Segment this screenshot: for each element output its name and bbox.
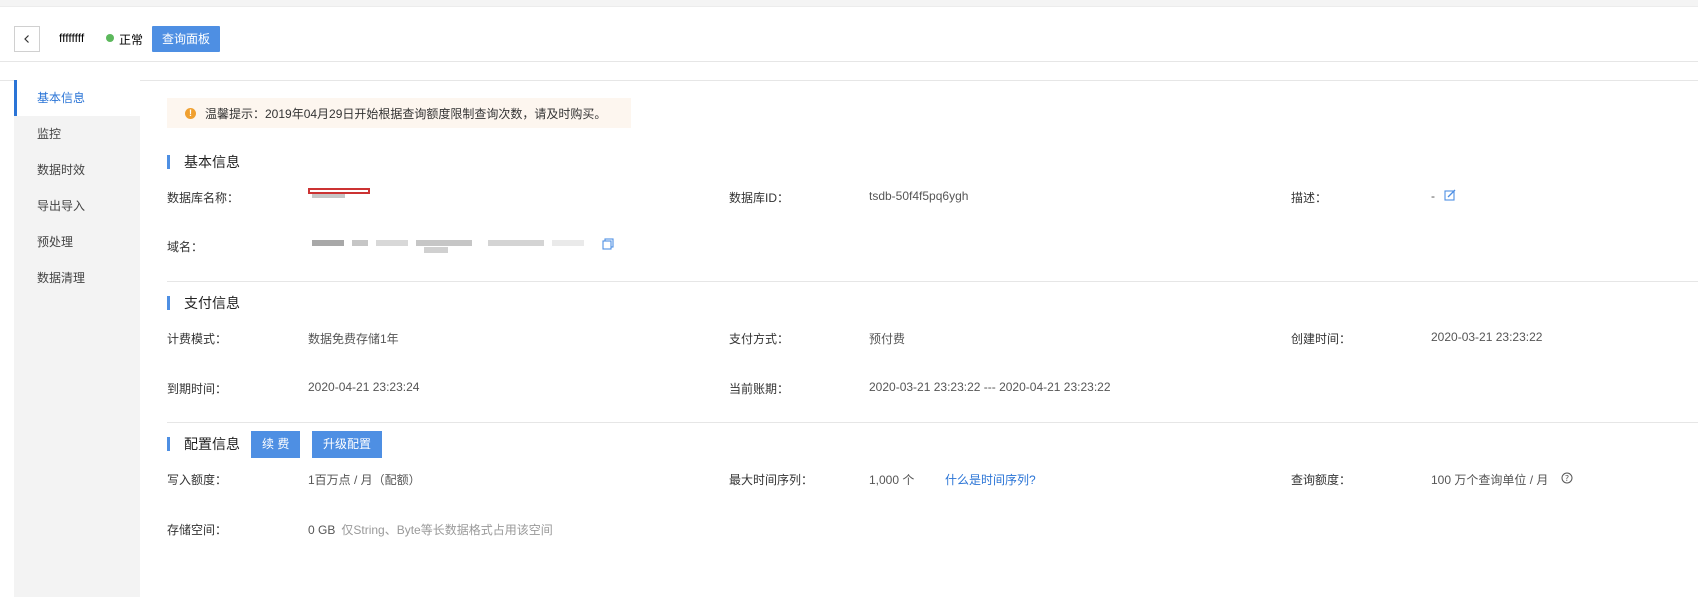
billing-period-value: 2020-03-21 23:23:22 --- 2020-04-21 23:23… <box>869 380 1111 394</box>
storage-hint: 仅String、Byte等长数据格式占用该空间 <box>341 523 553 537</box>
svg-text:?: ? <box>1565 474 1569 483</box>
sidebar-item-basic-info[interactable]: 基本信息 <box>14 80 140 116</box>
expire-time-value: 2020-04-21 23:23:24 <box>308 380 420 394</box>
db-name-label: 数据库名称： <box>167 191 240 205</box>
storage-label: 存储空间： <box>167 523 228 537</box>
created-time-label: 创建时间： <box>1291 332 1352 346</box>
sidebar-item-preprocess[interactable]: 预处理 <box>14 224 140 260</box>
notice-banner: ! 温馨提示：2019年04月29日开始根据查询额度限制查询次数，请及时购买。 <box>167 98 631 128</box>
description-value: - <box>1431 189 1435 203</box>
pay-method-value: 预付费 <box>869 332 906 346</box>
copy-icon[interactable] <box>602 238 614 253</box>
divider <box>0 80 1698 81</box>
db-id-value: tsdb-50f4f5pq6ygh <box>869 189 969 203</box>
sidebar-item-monitor[interactable]: 监控 <box>14 116 140 152</box>
db-id-label: 数据库ID： <box>729 191 790 205</box>
section-title-payment: 支付信息 <box>167 296 240 310</box>
sidebar-item-data-ttl[interactable]: 数据时效 <box>14 152 140 188</box>
billing-mode-value: 数据免费存储1年 <box>308 332 399 346</box>
upgrade-config-button[interactable]: 升级配置 <box>312 431 383 458</box>
query-quota-value: 100 万个查询单位 / 月 <box>1431 473 1549 487</box>
billing-mode-label: 计费模式： <box>167 332 228 346</box>
edit-icon[interactable] <box>1444 189 1456 204</box>
billing-period-label: 当前账期： <box>729 382 790 396</box>
section-title-basic: 基本信息 <box>167 155 240 169</box>
write-quota-value: 1百万点 / 月（配额） <box>308 473 421 487</box>
description-label: 描述： <box>1291 191 1328 205</box>
sidebar-item-label: 导出导入 <box>37 199 86 213</box>
sidebar-item-label: 数据时效 <box>37 163 86 177</box>
expire-time-label: 到期时间： <box>167 382 228 396</box>
divider <box>167 281 1698 282</box>
sidebar-item-export-import[interactable]: 导出导入 <box>14 188 140 224</box>
write-quota-label: 写入额度： <box>167 473 228 487</box>
redaction-highlight <box>308 188 370 194</box>
query-panel-button[interactable]: 查询面板 <box>152 26 221 52</box>
sidebar-item-label: 监控 <box>37 127 62 141</box>
warning-icon: ! <box>185 107 196 119</box>
status-dot-icon <box>106 34 114 42</box>
top-strip <box>0 0 1698 7</box>
created-time-value: 2020-03-21 23:23:22 <box>1431 330 1543 344</box>
what-is-time-series-link[interactable]: 什么是时间序列? <box>945 471 1036 488</box>
database-name: ffffffff <box>59 31 85 45</box>
section-title-config: 配置信息 <box>167 437 240 451</box>
storage-value-group: 0 GB 仅String、Byte等长数据格式占用该空间 <box>308 521 553 538</box>
sidebar-item-label: 基本信息 <box>37 91 86 105</box>
max-series-label: 最大时间序列： <box>729 473 814 487</box>
query-quota-label: 查询额度： <box>1291 473 1352 487</box>
page-header: ffffffff 正常 查询面板 <box>0 7 1698 62</box>
status-text: 正常 <box>119 33 144 47</box>
pay-method-label: 支付方式： <box>729 332 790 346</box>
back-button[interactable] <box>14 26 40 52</box>
sidebar-item-data-cleanup[interactable]: 数据清理 <box>14 260 140 296</box>
domain-label: 域名： <box>167 240 204 254</box>
max-series-value: 1,000 个 <box>869 473 915 487</box>
sidebar-item-label: 数据清理 <box>37 271 86 285</box>
back-arrow-icon <box>24 35 29 43</box>
help-icon[interactable]: ? <box>1561 472 1573 487</box>
sidebar: 基本信息 监控 数据时效 导出导入 预处理 数据清理 <box>14 80 140 597</box>
notice-text: 温馨提示：2019年04月29日开始根据查询额度限制查询次数，请及时购买。 <box>205 106 607 121</box>
sidebar-item-label: 预处理 <box>37 235 74 249</box>
storage-value: 0 GB <box>308 523 336 537</box>
renew-button[interactable]: 续 费 <box>251 431 301 458</box>
divider <box>167 422 1698 423</box>
